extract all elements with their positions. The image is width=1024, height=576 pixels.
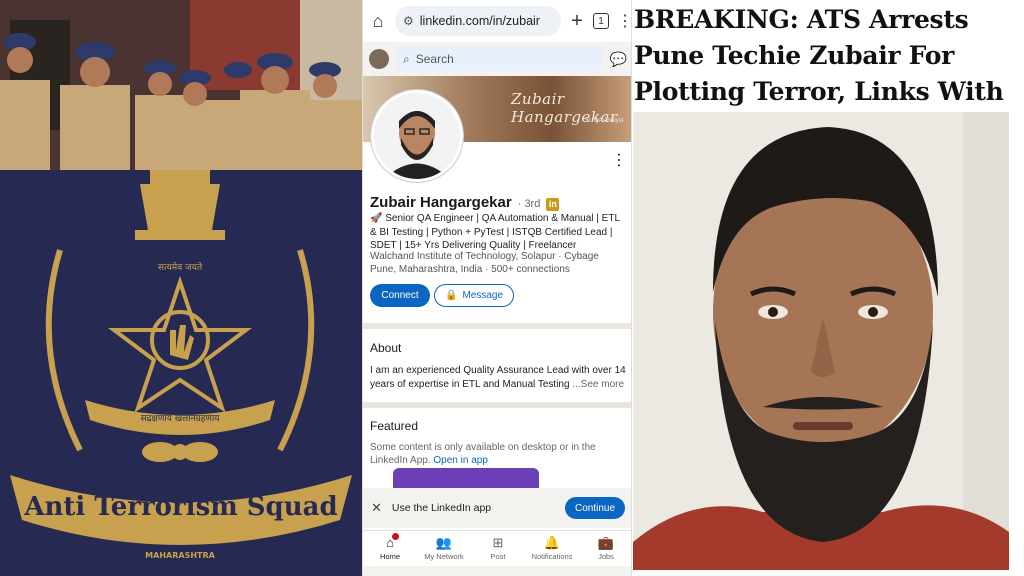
tab-count-button[interactable]: 1 (593, 13, 609, 29)
profile-name: Zubair Hangargekar (370, 194, 512, 211)
profile-headline: 🚀 Senior QA Engineer | QA Automation & M… (370, 213, 620, 251)
home-icon[interactable]: ⌂ (369, 11, 387, 32)
about-title: About (370, 341, 402, 355)
connection-degree: · 3rd (517, 198, 541, 210)
bell-icon: 🔔 (543, 535, 561, 550)
nav-label: Notifications (531, 552, 573, 561)
left-panel: सत्यमेव जयते सद्रक्षणाय खलनिग्रहणाय Anti… (0, 0, 362, 576)
nav-label: Post (490, 552, 506, 561)
emblem-banner-text: Anti Terrorism Squad (23, 492, 337, 522)
message-button-label: Message (462, 290, 504, 301)
kebab-icon[interactable]: ⋮ (617, 11, 631, 31)
notification-dot (391, 533, 399, 540)
app-banner: ✕ Use the LinkedIn app Continue (363, 488, 631, 528)
profile-more-icon[interactable]: ⋯ (609, 152, 629, 168)
see-more-link[interactable]: ...See more (572, 379, 624, 390)
emblem-motto: सत्यमेव जयते (158, 261, 203, 273)
nav-label: Home (379, 552, 400, 561)
linkedin-header: ⌕ Search 💬 (363, 42, 631, 76)
location-connections: Pune, Maharashtra, India · 500+ connecti… (370, 264, 570, 275)
bottom-nav: ⌂ Home 👥 My Network ⊞ Post 🔔 Notificatio… (363, 530, 631, 566)
featured-title: Featured (370, 419, 419, 433)
user-avatar[interactable] (369, 49, 389, 69)
linkedin-phone-screenshot: ⌂ ⚙ linkedin.com/in/zubair + 1 ⋮ ⌕ Searc… (362, 0, 632, 576)
new-tab-icon[interactable]: + (569, 10, 585, 33)
lock-icon: 🔒 (444, 290, 458, 301)
gesture-bar (363, 566, 631, 576)
premium-badge: in (546, 198, 560, 211)
browser-url-bar: ⌂ ⚙ linkedin.com/in/zubair + 1 ⋮ (363, 0, 631, 42)
about-text: I am an experienced Quality Assurance Le… (370, 364, 626, 392)
open-in-app-link[interactable]: Open in app (433, 455, 488, 466)
site-settings-icon[interactable]: ⚙ (403, 14, 414, 28)
featured-card[interactable] (393, 468, 539, 488)
home-icon: ⌂ (386, 533, 399, 550)
continue-button[interactable]: Continue (565, 497, 625, 519)
suspect-portrait (633, 112, 1009, 570)
news-panel: BREAKING: ATS Arrests Pune Techie Zubair… (632, 0, 1024, 576)
education-company[interactable]: Walchand Institute of Technology, Solapu… (370, 250, 628, 263)
network-icon: 👥 (435, 535, 453, 550)
profile-photo[interactable] (371, 90, 463, 182)
profile-education-location: Walchand Institute of Technology, Solapu… (370, 250, 628, 276)
message-button[interactable]: 🔒 Message (434, 284, 514, 307)
app-banner-text: Use the LinkedIn app (391, 502, 492, 514)
url-field[interactable]: ⚙ linkedin.com/in/zubair (395, 6, 561, 36)
connect-button[interactable]: Connect (370, 284, 430, 307)
messaging-icon[interactable]: 💬 (610, 51, 627, 68)
nav-my-network[interactable]: 👥 My Network (418, 535, 470, 562)
nav-home[interactable]: ⌂ Home (364, 533, 416, 561)
nav-jobs[interactable]: 💼 Jobs (580, 535, 631, 562)
featured-note: Some content is only available on deskto… (370, 441, 628, 467)
police-photo (0, 0, 362, 170)
search-icon: ⌕ (403, 51, 410, 66)
ats-emblem: सत्यमेव जयते सद्रक्षणाय खलनिग्रहणाय Anti… (0, 170, 362, 576)
nav-label: My Network (424, 552, 464, 561)
emblem-state: MAHARASHTRA (145, 551, 215, 560)
nav-label: Jobs (598, 552, 614, 561)
url-text: linkedin.com/in/zubair (419, 14, 540, 28)
section-divider (363, 402, 631, 408)
banner-role: Sr. QA Analyst (585, 118, 624, 124)
emblem-scroll-text: सद्रक्षणाय खलनिग्रहणाय (141, 412, 221, 424)
close-icon[interactable]: ✕ (371, 500, 382, 516)
briefcase-icon: 💼 (597, 535, 615, 550)
nav-post[interactable]: ⊞ Post (472, 535, 524, 562)
nav-notifications[interactable]: 🔔 Notifications (526, 535, 578, 562)
search-placeholder: Search (415, 52, 454, 66)
search-input[interactable]: ⌕ Search (397, 47, 602, 71)
post-icon: ⊞ (492, 535, 504, 550)
section-divider (363, 323, 631, 329)
